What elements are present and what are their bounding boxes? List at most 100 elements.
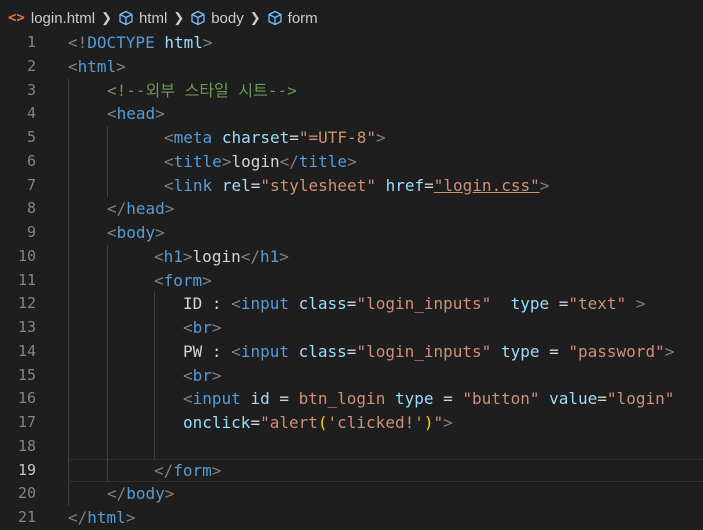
code-text: onclick="alert('clicked!')"> <box>183 411 453 435</box>
code-token: ID : <box>183 294 232 314</box>
code-token: < <box>231 341 241 361</box>
code-token: btn_login <box>298 389 386 409</box>
code-line[interactable]: 6 <title>login</title> <box>0 149 703 174</box>
indent-guide <box>154 339 155 364</box>
code-token: < <box>164 175 174 195</box>
code-token: <!--외부 스타일 시트--> <box>107 80 297 100</box>
code-token: > <box>221 151 232 171</box>
code-line[interactable]: 4 <head> <box>0 102 703 126</box>
code-token: type <box>510 294 550 314</box>
indent-guide <box>154 434 155 459</box>
code-token: "=UTF-8" <box>298 128 376 147</box>
indent-guide <box>107 411 108 435</box>
code-token: > <box>155 104 165 124</box>
indent-guide <box>107 434 108 459</box>
indent-guide <box>68 292 69 316</box>
breadcrumb-label: form <box>287 9 318 27</box>
indent-guide <box>107 292 108 316</box>
breadcrumb-file[interactable]: <> login.html <box>8 10 95 27</box>
code-token: < <box>68 56 78 76</box>
code-token: = <box>289 128 299 147</box>
indent-guide <box>107 126 108 150</box>
code-token: > <box>125 508 136 527</box>
code-token: </ <box>107 199 127 219</box>
code-token: < <box>154 270 164 290</box>
indent-guide <box>68 244 69 269</box>
code-token: > <box>539 175 550 195</box>
code-line[interactable]: 20 </body> <box>0 482 703 506</box>
code-line[interactable]: 16 <input id = btn_login type = "button" … <box>0 387 703 411</box>
code-line[interactable]: 14 PW : <input class="login_inputs" type … <box>0 339 703 364</box>
code-token: class <box>298 341 347 361</box>
code-line[interactable]: 8 </head> <box>0 197 703 221</box>
code-line[interactable]: 2 <html> <box>0 55 703 79</box>
indent-guide <box>68 268 69 293</box>
code-token: < <box>164 151 174 171</box>
code-line[interactable]: 5 <meta charset="=UTF-8"> <box>0 126 703 150</box>
code-line[interactable]: 21 </html> <box>0 506 703 530</box>
code-line[interactable]: 13 <br> <box>0 316 703 340</box>
code-token: > <box>211 318 222 337</box>
line-number: 6 <box>26 151 36 170</box>
code-line[interactable]: 12 ID : <input class="login_inputs" type … <box>0 292 703 316</box>
code-token: </ <box>154 460 174 480</box>
code-line[interactable]: 10 <h1>login</h1> <box>0 244 703 269</box>
code-line[interactable]: 18 <box>0 434 703 459</box>
breadcrumb-item-form[interactable]: form <box>267 10 318 27</box>
code-text: <title>login</title> <box>164 150 357 174</box>
code-token: "password" <box>568 341 665 361</box>
code-text: <body> <box>107 221 165 245</box>
indent-guide <box>68 126 69 150</box>
code-token: body <box>126 484 165 504</box>
code-text: <html> <box>68 55 126 79</box>
code-editor[interactable]: 1 <!DOCTYPE html> 2 <html> 3 <!--외부 스타일 시트-->… <box>0 31 703 527</box>
indent-guide <box>107 149 108 174</box>
code-line[interactable]: 3 <!--외부 스타일 시트--> <box>0 78 703 103</box>
breadcrumb-item-body[interactable]: body <box>190 10 244 27</box>
code-text: <input id = btn_login type = "button" va… <box>183 387 674 411</box>
line-number: 20 <box>17 484 36 503</box>
code-token: > <box>202 33 213 52</box>
line-number: 19 <box>17 460 36 479</box>
code-token: "stylesheet" <box>260 175 376 195</box>
code-token: = <box>269 389 299 409</box>
code-line[interactable]: 9 <body> <box>0 221 703 245</box>
code-token: </ <box>279 151 299 171</box>
code-token: "login.css" <box>433 175 540 195</box>
code-token: html <box>87 508 126 527</box>
code-line[interactable]: 17 onclick="alert('clicked!')"> <box>0 411 703 435</box>
code-token: </ <box>107 484 127 504</box>
code-token: 'clicked!' <box>327 413 424 432</box>
chevron-right-icon: ❯ <box>173 10 185 25</box>
code-text: <!--외부 스타일 시트--> <box>107 79 297 103</box>
line-number: 16 <box>17 389 36 408</box>
indent-guide <box>107 387 108 411</box>
code-line[interactable]: 11 <form> <box>0 268 703 293</box>
indent-guide <box>154 316 155 340</box>
breadcrumb-label: html <box>138 9 168 27</box>
line-number: 10 <box>17 246 36 265</box>
chevron-right-icon: ❯ <box>249 10 261 25</box>
indent-guide <box>107 173 108 198</box>
code-line[interactable]: 19 </form> <box>0 458 703 483</box>
code-token: > <box>375 128 386 147</box>
cube-icon <box>191 10 205 26</box>
indent-guide <box>68 458 69 483</box>
code-text: </html> <box>68 506 135 530</box>
code-text: </form> <box>154 459 221 483</box>
code-token: = <box>250 175 261 195</box>
breadcrumb-item-html[interactable]: html <box>118 10 167 27</box>
code-line[interactable]: 7 <link rel="stylesheet" href="login.css"… <box>0 173 703 198</box>
indent-guide <box>68 411 69 435</box>
indent-guide <box>68 387 69 411</box>
line-number: 4 <box>26 104 36 123</box>
code-line[interactable]: 1 <!DOCTYPE html> <box>0 31 703 55</box>
cube-icon <box>268 10 282 26</box>
code-token: "login_inputs" <box>356 294 492 314</box>
code-line[interactable]: 15 <br> <box>0 363 703 388</box>
line-number: 12 <box>17 294 36 313</box>
